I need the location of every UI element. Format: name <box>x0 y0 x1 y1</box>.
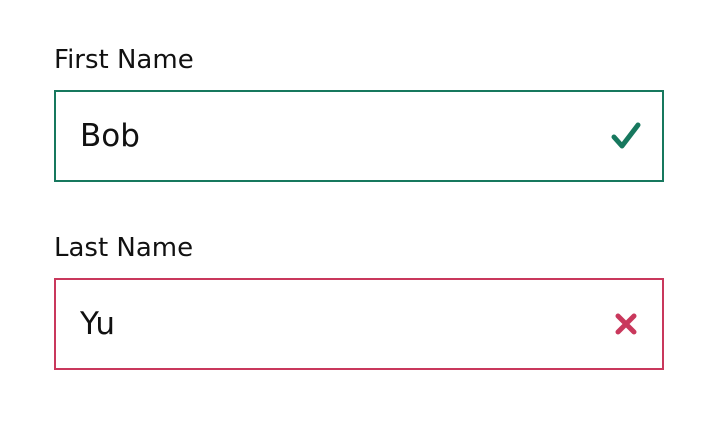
name-form: First Name Last Name <box>0 0 726 424</box>
last-name-field[interactable] <box>54 278 664 370</box>
last-name-input[interactable] <box>56 280 606 368</box>
first-name-label: First Name <box>54 45 194 75</box>
last-name-label: Last Name <box>54 233 194 263</box>
first-name-field[interactable] <box>54 90 664 182</box>
check-icon <box>606 116 646 156</box>
first-name-input[interactable] <box>56 92 606 180</box>
cross-icon <box>606 304 646 344</box>
